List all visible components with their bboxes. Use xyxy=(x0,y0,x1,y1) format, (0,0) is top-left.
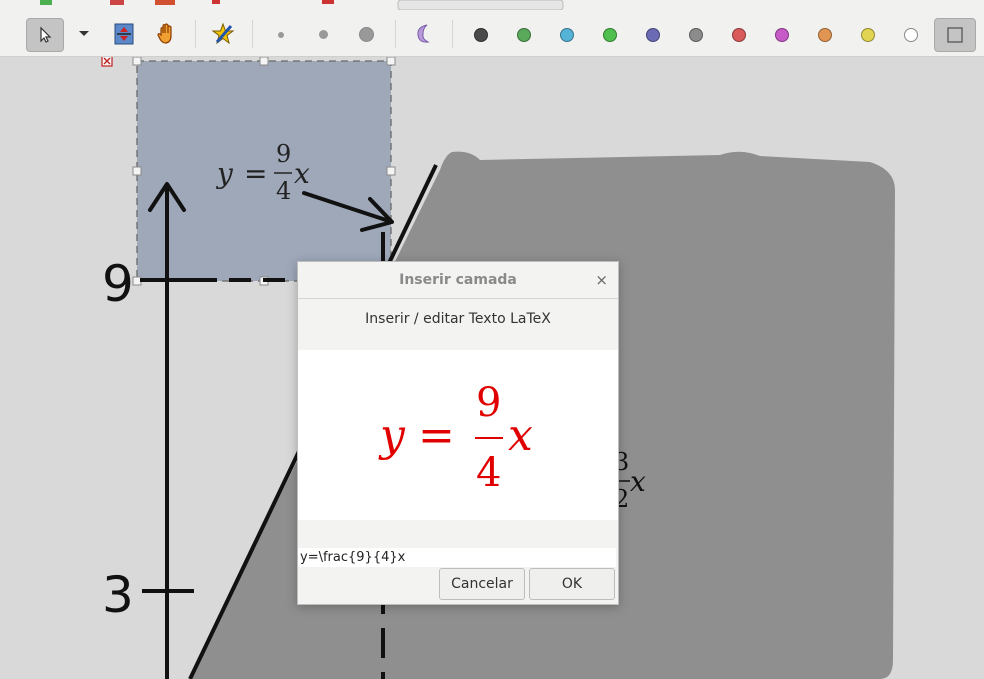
toolbar-separator xyxy=(395,20,396,48)
top-toolbar-cutoff-icons xyxy=(40,0,564,10)
color-swatch[interactable] xyxy=(732,28,746,42)
formula-numerator: 9 xyxy=(476,380,501,426)
formula-lhs: y xyxy=(378,410,406,461)
stroke-size-medium-button[interactable] xyxy=(319,30,328,39)
ok-button[interactable]: OK xyxy=(529,568,615,600)
close-icon[interactable]: × xyxy=(595,271,608,289)
stroke-size-large-button[interactable] xyxy=(359,27,374,42)
pen-tool-button[interactable] xyxy=(205,18,241,50)
color-swatch[interactable] xyxy=(861,28,875,42)
hand-icon xyxy=(157,23,172,44)
color-swatch[interactable] xyxy=(775,28,789,42)
color-swatch[interactable] xyxy=(904,28,918,42)
formula-variable: x xyxy=(508,410,533,461)
color-swatch[interactable] xyxy=(474,28,488,42)
svg-text:9: 9 xyxy=(276,140,291,168)
insert-layer-dialog: Inserir camada × Inserir / editar Texto … xyxy=(297,261,619,605)
color-swatch[interactable] xyxy=(818,28,832,42)
star-pen-icon xyxy=(211,22,235,45)
mode-dropdown-button[interactable] xyxy=(70,18,98,50)
svg-text:4: 4 xyxy=(276,177,291,205)
svg-text:y: y xyxy=(215,157,234,190)
delete-layer-icon[interactable] xyxy=(101,57,113,67)
pan-hand-tool-button[interactable] xyxy=(149,18,185,50)
dialog-title: Inserir camada xyxy=(298,262,618,299)
stroke-size-small-button[interactable] xyxy=(278,32,284,38)
square-outline-icon xyxy=(947,27,963,43)
toolbar xyxy=(0,0,984,57)
chevron-down-icon xyxy=(79,31,89,36)
svg-text:x: x xyxy=(294,157,310,190)
formula-denominator: 4 xyxy=(476,450,501,496)
svg-text:=: = xyxy=(244,157,267,190)
svg-text:x: x xyxy=(630,465,646,498)
cancel-button[interactable]: Cancelar xyxy=(439,568,525,600)
toolbar-separator xyxy=(195,20,196,48)
formula-equals: = xyxy=(418,410,455,461)
color-swatch[interactable] xyxy=(603,28,617,42)
toolbar-separator xyxy=(452,20,453,48)
eraser-tool-button[interactable] xyxy=(406,18,442,50)
color-swatch[interactable] xyxy=(689,28,703,42)
color-swatch[interactable] xyxy=(646,28,660,42)
latex-input[interactable] xyxy=(298,548,616,567)
toolbar-separator xyxy=(252,20,253,48)
color-swatch[interactable] xyxy=(560,28,574,42)
dialog-subtitle: Inserir / editar Texto LaTeX xyxy=(365,311,551,327)
latex-preview: y = 9 4 x xyxy=(298,350,618,520)
color-swatch[interactable] xyxy=(517,28,531,42)
vertical-resize-icon xyxy=(114,23,134,45)
latex-preview-formula: y = 9 4 x xyxy=(378,380,533,496)
cursor-arrow-icon xyxy=(40,26,52,43)
fill-toggle-button[interactable] xyxy=(934,18,976,52)
select-tool-button[interactable] xyxy=(26,18,64,52)
vertical-resize-tool-button[interactable] xyxy=(106,18,142,50)
lasso-icon xyxy=(417,24,430,43)
axis-label-9: 9 xyxy=(102,255,134,313)
axis-label-3: 3 xyxy=(102,566,134,624)
